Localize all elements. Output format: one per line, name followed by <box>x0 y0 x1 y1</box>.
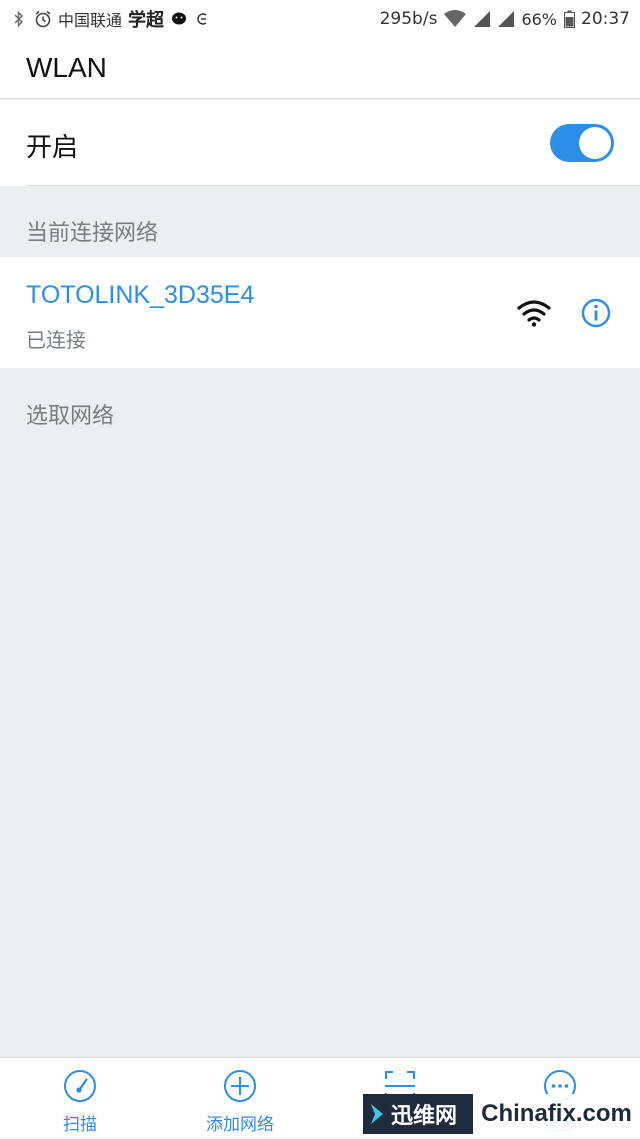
scan-gauge-icon <box>64 1070 96 1102</box>
network-ssid: TOTOLINK_3D35E4 <box>26 281 255 309</box>
wifi-signal-icon <box>516 299 552 327</box>
connected-network-row[interactable]: TOTOLINK_3D35E4 已连接 <box>0 257 640 368</box>
section-header-current-network: 当前连接网络 <box>26 221 159 246</box>
bluetooth-icon <box>10 10 28 28</box>
status-bar-right: 295b/s 66% 20:37 <box>380 9 630 29</box>
app-header: WLAN <box>0 38 640 99</box>
cellular-signal-icon <box>497 10 515 28</box>
wifi-icon <box>443 10 467 28</box>
add-circle-icon <box>224 1070 256 1102</box>
app-name: 学超 <box>128 10 165 31</box>
page-title: WLAN <box>26 52 107 83</box>
cellular-signal-icon <box>473 10 491 28</box>
wlan-toggle-row[interactable]: 开启 <box>0 100 640 186</box>
watermark-logo-text: 迅维网 <box>391 1104 458 1129</box>
wechat-icon <box>170 10 188 28</box>
section-header-select-network: 选取网络 <box>26 404 115 429</box>
nav-add-network-label: 添加网络 <box>206 1115 274 1135</box>
switch-knob <box>579 127 611 159</box>
divider <box>26 185 640 186</box>
status-bar: 中国联通 学超 295b/s 66% 20:37 <box>0 0 640 38</box>
nav-add-network[interactable]: 添加网络 <box>160 1058 320 1139</box>
battery-percentage: 66% <box>521 9 557 29</box>
network-speed: 295b/s <box>379 9 438 29</box>
network-info-button[interactable] <box>580 297 612 329</box>
watermark-arrow-icon <box>371 1104 383 1124</box>
watermark-logo: 迅维网 <box>363 1094 473 1134</box>
wlan-toggle-label: 开启 <box>26 133 79 163</box>
nav-scan-label: 扫描 <box>63 1115 97 1135</box>
info-icon <box>581 298 611 328</box>
nav-scan[interactable]: 扫描 <box>0 1058 160 1139</box>
watermark-site: Chinafix.com <box>473 1094 640 1134</box>
alarm-icon <box>34 10 52 28</box>
notification-icon <box>194 10 212 28</box>
status-bar-left: 中国联通 学超 <box>10 6 212 32</box>
carrier-name: 中国联通 <box>58 11 123 30</box>
clock: 20:37 <box>581 9 630 29</box>
watermark: 迅维网 Chinafix.com <box>363 1094 640 1134</box>
network-status: 已连接 <box>26 328 86 352</box>
battery-icon <box>563 10 575 28</box>
wlan-switch[interactable] <box>550 124 614 162</box>
